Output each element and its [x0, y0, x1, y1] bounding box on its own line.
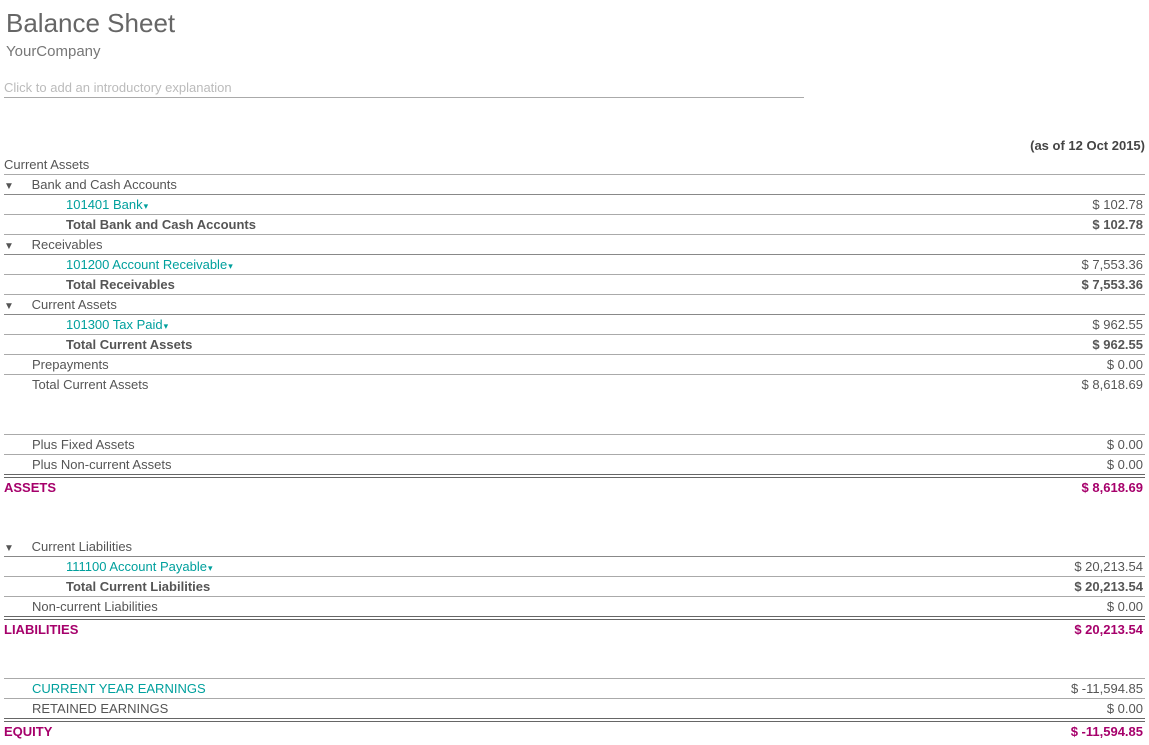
value-retained-earnings: $ 0.00 — [1025, 699, 1145, 721]
caret-down-icon[interactable]: ▼ — [4, 543, 18, 554]
value-total-bank-cash: $ 102.78 — [1025, 215, 1145, 235]
value-total-current-assets-inner: $ 962.55 — [1025, 335, 1145, 355]
row-current-assets-inner[interactable]: ▼ Current Assets — [4, 295, 1025, 315]
row-bank-101401[interactable]: 101401 Bank▾ — [4, 195, 1025, 215]
value-account-payable: $ 20,213.54 — [1025, 556, 1145, 576]
value-assets-total: $ 8,618.69 — [1025, 476, 1145, 497]
row-current-year-earnings[interactable]: CURRENT YEAR EARNINGS — [4, 679, 1025, 699]
row-prepayments[interactable]: Prepayments — [4, 355, 1025, 375]
row-equity-total: EQUITY — [4, 720, 1025, 741]
value-plus-fixed-assets: $ 0.00 — [1025, 434, 1145, 454]
page-title: Balance Sheet — [6, 8, 1145, 39]
row-noncurrent-liabilities[interactable]: Non-current Liabilities — [4, 596, 1025, 618]
intro-explanation-input[interactable]: Click to add an introductory explanation — [4, 78, 804, 98]
caret-down-icon[interactable]: ▼ — [4, 301, 18, 312]
row-total-current-liabilities: Total Current Liabilities — [4, 576, 1025, 596]
row-tax-paid[interactable]: 101300 Tax Paid▾ — [4, 315, 1025, 335]
balance-sheet-table: Current Assets ▼ Bank and Cash Accounts … — [4, 155, 1145, 741]
caret-down-icon[interactable]: ▾ — [208, 563, 213, 573]
value-liabilities-total: $ 20,213.54 — [1025, 618, 1145, 639]
value-total-receivables: $ 7,553.36 — [1025, 275, 1145, 295]
value-equity-total: $ -11,594.85 — [1025, 720, 1145, 741]
row-account-payable[interactable]: 111100 Account Payable▾ — [4, 556, 1025, 576]
row-total-current-assets: Total Current Assets — [4, 375, 1025, 395]
as-of-date: (as of 12 Oct 2015) — [4, 138, 1145, 153]
value-current-year-earnings: $ -11,594.85 — [1025, 679, 1145, 699]
value-total-current-liabilities: $ 20,213.54 — [1025, 576, 1145, 596]
value-prepayments: $ 0.00 — [1025, 355, 1145, 375]
caret-down-icon[interactable]: ▾ — [228, 261, 233, 271]
value-noncurrent-liabilities: $ 0.00 — [1025, 596, 1145, 618]
caret-down-icon[interactable]: ▾ — [164, 321, 169, 331]
row-total-bank-cash: Total Bank and Cash Accounts — [4, 215, 1025, 235]
caret-down-icon[interactable]: ▾ — [144, 201, 149, 211]
value-account-receivable: $ 7,553.36 — [1025, 255, 1145, 275]
row-liabilities-total: LIABILITIES — [4, 618, 1025, 639]
value-plus-noncurrent-assets: $ 0.00 — [1025, 454, 1145, 476]
company-name: YourCompany — [6, 43, 1145, 60]
value-tax-paid: $ 962.55 — [1025, 315, 1145, 335]
row-total-current-assets-inner: Total Current Assets — [4, 335, 1025, 355]
row-retained-earnings[interactable]: RETAINED EARNINGS — [4, 699, 1025, 721]
value-total-current-assets: $ 8,618.69 — [1025, 375, 1145, 395]
row-receivables[interactable]: ▼ Receivables — [4, 235, 1025, 255]
caret-down-icon[interactable]: ▼ — [4, 181, 18, 192]
row-plus-noncurrent-assets[interactable]: Plus Non-current Assets — [4, 454, 1025, 476]
value-bank-101401: $ 102.78 — [1025, 195, 1145, 215]
row-plus-fixed-assets[interactable]: Plus Fixed Assets — [4, 434, 1025, 454]
row-assets-total: ASSETS — [4, 476, 1025, 497]
section-current-assets: Current Assets — [4, 155, 1025, 175]
row-current-liabilities[interactable]: ▼ Current Liabilities — [4, 537, 1025, 557]
row-total-receivables: Total Receivables — [4, 275, 1025, 295]
row-bank-cash-accounts[interactable]: ▼ Bank and Cash Accounts — [4, 175, 1025, 195]
caret-down-icon[interactable]: ▼ — [4, 241, 18, 252]
row-account-receivable[interactable]: 101200 Account Receivable▾ — [4, 255, 1025, 275]
